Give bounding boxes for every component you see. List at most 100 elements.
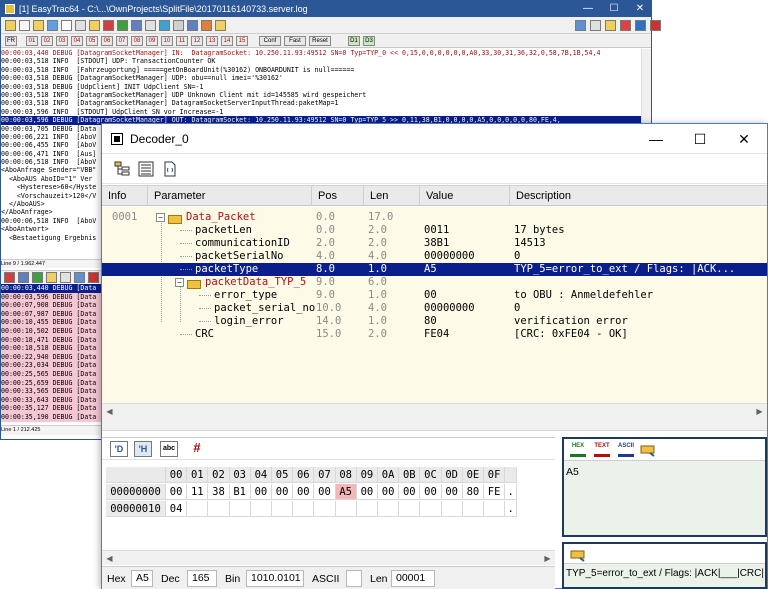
len-value-field[interactable]: 00001	[391, 570, 435, 587]
filter-button-11[interactable]: 11	[176, 36, 188, 46]
filtered-log-line[interactable]: 00:00:22,940 DEBUG [Data	[1, 352, 103, 362]
filter-button-d1[interactable]: D1	[348, 36, 360, 46]
log-line[interactable]: <AboAntwort>	[1, 225, 103, 233]
log-line[interactable]: 00:00:06,221 INFO [AboV	[1, 133, 103, 141]
hex-byte[interactable]: 00	[166, 484, 188, 500]
log-line[interactable]: 00:00:03,518 DEBUG [DatagramSocketManage…	[1, 74, 641, 82]
hex-byte[interactable]: 00	[293, 484, 315, 500]
log-line[interactable]: 00:00:06,471 INFO [Aus]	[1, 150, 103, 158]
filter-button-fast[interactable]: Fast	[284, 36, 306, 46]
toolbar-button-icon[interactable]	[590, 20, 601, 31]
scroll-right-icon[interactable]: ▶	[540, 551, 555, 566]
filtered-log-line[interactable]: 00:00:03,596 DEBUG [Data	[1, 292, 103, 302]
hex-byte[interactable]	[250, 501, 272, 517]
toolbar-button-icon[interactable]	[650, 20, 661, 31]
log-line[interactable]: 00:00:03,518 INFO [DatagramSocketManager…	[1, 99, 641, 107]
bin-value-field[interactable]: 1010.0101	[246, 570, 304, 587]
log-line[interactable]: 00:00:03,596 INFO [STDOUT] UdpClient SN …	[1, 108, 641, 116]
hex-byte[interactable]: 00	[250, 484, 272, 500]
hex-byte[interactable]	[208, 501, 230, 517]
hex-byte[interactable]	[462, 501, 484, 517]
hex-byte[interactable]: .	[505, 484, 518, 500]
structure-file-icon[interactable]	[162, 161, 178, 177]
list-view-icon[interactable]	[138, 161, 154, 177]
decode-row[interactable]: packetLen 0.0 2.0 0011 17 bytes	[102, 224, 767, 237]
filtered-log-line[interactable]: 00:00:18,518 DEBUG [Data	[1, 344, 103, 353]
decode-row[interactable]: packet_serial_no 10.0 4.0 00000000 0	[102, 302, 767, 315]
filter-button-12[interactable]: 12	[191, 36, 203, 46]
toolbar-button-icon[interactable]	[89, 20, 100, 31]
filter-button-d3[interactable]: D3	[363, 36, 375, 46]
decode-grid-body[interactable]: 0001− Data_Packet 0.0 17.0 packetLen 0.0 2.0 00…	[102, 207, 767, 403]
log-line[interactable]: 00:00:03,518 INFO [Fahrzeugortung] =====…	[1, 66, 641, 74]
filter-toolbar-icon[interactable]	[88, 272, 99, 283]
copy-description-icon[interactable]	[570, 547, 586, 562]
filter-button-fr[interactable]: FR	[5, 36, 17, 46]
filter-button-08[interactable]: 08	[131, 36, 143, 46]
log-line[interactable]: </AboAnfrage>	[1, 208, 103, 216]
filtered-log-line[interactable]: 00:00:07,908 DEBUG [Data	[1, 301, 103, 310]
column-header-len[interactable]: Len	[364, 186, 420, 206]
hex-byte[interactable]	[484, 501, 506, 517]
hex-byte[interactable]: 00	[420, 484, 442, 500]
toolbar-button-icon[interactable]	[19, 20, 30, 31]
toolbar-button-icon[interactable]	[605, 20, 616, 31]
decoder-maximize-button[interactable]: ☐	[678, 124, 722, 154]
hex-byte[interactable]	[356, 501, 378, 517]
hex-byte[interactable]: 00	[356, 484, 378, 500]
decoder-close-button[interactable]: ✕	[722, 124, 766, 154]
text-mode-icon[interactable]: abc	[160, 441, 178, 457]
toolbar-button-icon[interactable]	[47, 20, 58, 31]
filter-button-reset[interactable]: Reset	[309, 36, 331, 46]
filter-button-03[interactable]: 03	[56, 36, 68, 46]
hex-byte[interactable]: 80	[462, 484, 484, 500]
decode-grid-horizontal-scrollbar[interactable]: ◀ ▶	[102, 403, 767, 418]
column-header-parameter[interactable]: Parameter	[148, 186, 312, 206]
filter-button-14[interactable]: 14	[221, 36, 233, 46]
grid-mode-icon[interactable]: #	[188, 441, 206, 457]
filtered-log-line[interactable]: 00:00:10,502 DEBUG [Data	[1, 326, 103, 336]
hex-byte[interactable]: 00	[441, 484, 463, 500]
filtered-log-line[interactable]: 00:00:33,565 DEBUG [Data	[1, 387, 103, 396]
hex-byte[interactable]: FE	[484, 484, 506, 500]
filter-button-06[interactable]: 06	[101, 36, 113, 46]
decode-row[interactable]: error_type 9.0 1.0 00 to OBU : Anmeldefehler	[102, 289, 767, 302]
log-line[interactable]: 00:00:06,518 INFO [AboV	[1, 158, 103, 166]
hex-byte[interactable]: 04	[166, 501, 188, 517]
filtered-log-line[interactable]: 00:00:10,455 DEBUG [Data	[1, 318, 103, 327]
tree-view-icon[interactable]	[114, 161, 130, 177]
easytrac-titlebar[interactable]: [1] EasyTrac64 - C:\...\OwnProjects\Spli…	[1, 1, 651, 17]
log-line[interactable]: </AboAUS>	[1, 200, 103, 208]
hex-byte[interactable]: 00	[378, 484, 400, 500]
ascii-value-field[interactable]	[346, 570, 362, 587]
filter-toolbar-icon[interactable]	[74, 272, 85, 283]
log-line[interactable]: 00:00:03,518 INFO [DatagramSocketManager…	[1, 91, 641, 99]
hex-byte[interactable]: 00	[314, 484, 336, 500]
toolbar-button-icon[interactable]	[117, 20, 128, 31]
decode-row[interactable]: packetType 8.0 1.0 A5 TYP_5=error_to_ext / F…	[102, 263, 767, 276]
hex-byte[interactable]: 00	[272, 484, 294, 500]
hex-byte[interactable]	[293, 501, 315, 517]
column-header-info[interactable]: Info	[102, 186, 148, 206]
log-line[interactable]: <AboAnfrage Sender="VBB"	[1, 166, 103, 174]
log-line[interactable]: <Bestaetigung Ergebnis	[1, 234, 103, 242]
ascii-format-icon[interactable]: ASCII	[618, 442, 634, 457]
hex-byte[interactable]	[272, 501, 294, 517]
log-line[interactable]: 00:00:06,455 INFO [AboV	[1, 141, 103, 149]
toolbar-button-icon[interactable]	[635, 20, 646, 31]
filtered-log-line[interactable]: 00:00:07,987 DEBUG [Data	[1, 309, 103, 319]
log-line[interactable]: 00:00:03,518 DEBUG [UdpClient] INIT UdpC…	[1, 83, 641, 91]
filter-toolbar-icon[interactable]	[18, 272, 29, 283]
hex-horizontal-scrollbar[interactable]: ◀ ▶	[102, 550, 555, 565]
log-line[interactable]: 00:00:03,440 DEBUG [DatagramSocketManage…	[1, 49, 641, 57]
filtered-log-line[interactable]: 00:00:35,190 DEBUG [Data	[1, 412, 103, 422]
filtered-log-view[interactable]: 00:00:03,440 DEBUG [Data 00:00:03,596 DEB…	[1, 284, 103, 422]
hex-byte[interactable]	[399, 501, 421, 517]
filtered-log-line[interactable]: 00:00:25,565 DEBUG [Data	[1, 369, 103, 379]
log-line[interactable]: <Hysterese>60</Hyste	[1, 183, 103, 191]
hex-byte[interactable]	[229, 501, 251, 517]
hex-mode-icon[interactable]: 'H	[134, 441, 152, 457]
toolbar-button-icon[interactable]	[33, 20, 44, 31]
filtered-log-line[interactable]: 00:00:35,127 DEBUG [Data	[1, 404, 103, 413]
hex-byte[interactable]: 38	[208, 484, 230, 500]
